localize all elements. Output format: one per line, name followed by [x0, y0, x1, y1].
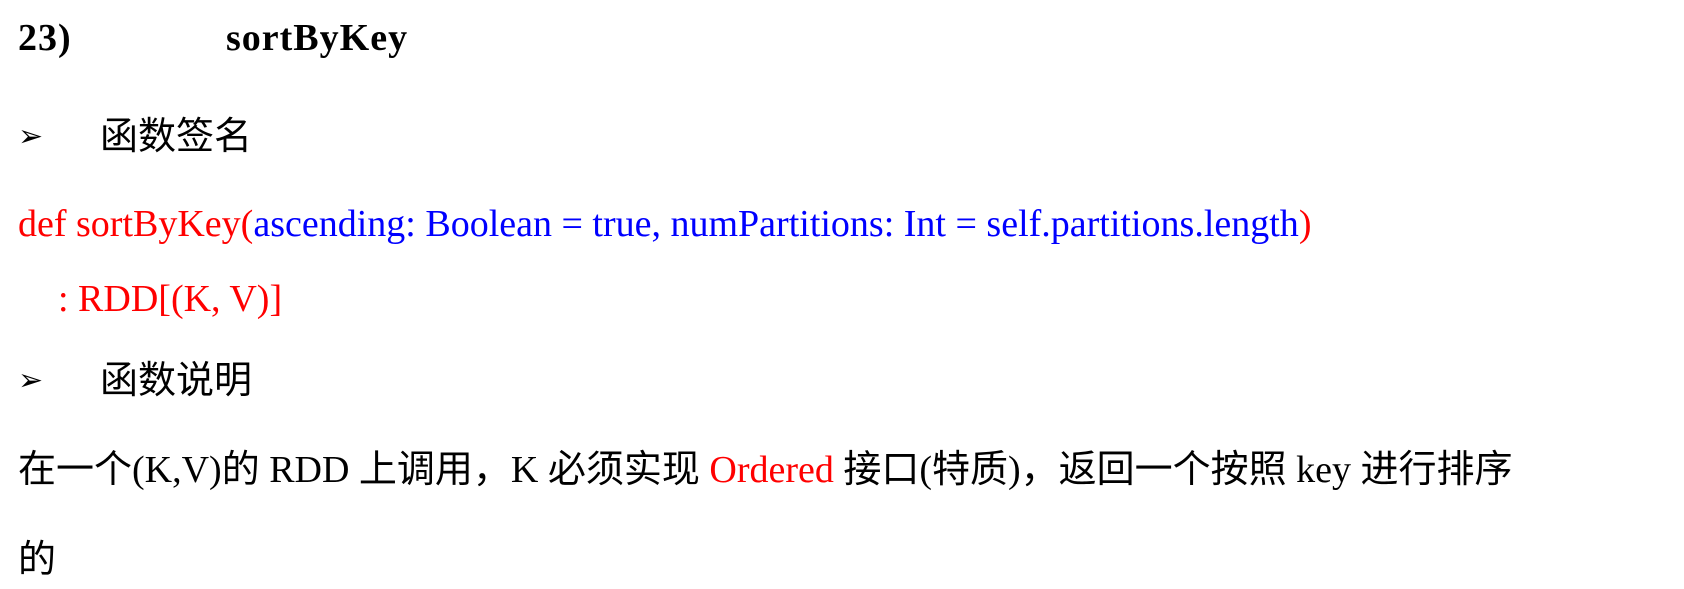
description-highlight: Ordered [709, 449, 834, 491]
signature-params: ascending: Boolean = true, numPartitions… [253, 203, 1299, 245]
signature-return-type: : RDD[(K, V)] [58, 278, 283, 320]
description-continuation: 的 [18, 539, 57, 581]
arrow-bullet-icon: ➢ [18, 119, 44, 154]
signature-close-paren: ) [1298, 203, 1312, 245]
signature-label: 函数签名 [100, 116, 253, 158]
section-title: sortByKey [226, 17, 409, 59]
description-label: 函数说明 [100, 360, 253, 402]
description-bullet: ➢ 函数说明 [18, 362, 252, 400]
description-text: 在一个(K,V)的 RDD 上调用，K 必须实现 Ordered 接口(特质)，… [18, 451, 1513, 489]
description-before: 在一个(K,V)的 RDD 上调用，K 必须实现 [18, 449, 710, 491]
signature-bullet: ➢ 函数签名 [18, 118, 252, 156]
section-heading: 23) sortByKey [18, 19, 408, 57]
signature-def: def sortByKey( [18, 203, 254, 245]
description-after: 接口(特质)，返回一个按照 key 进行排序 [833, 449, 1513, 491]
arrow-bullet-icon: ➢ [18, 363, 44, 398]
section-number: 23) [18, 17, 72, 59]
signature-line-1: def sortByKey(ascending: Boolean = true,… [18, 205, 1311, 243]
